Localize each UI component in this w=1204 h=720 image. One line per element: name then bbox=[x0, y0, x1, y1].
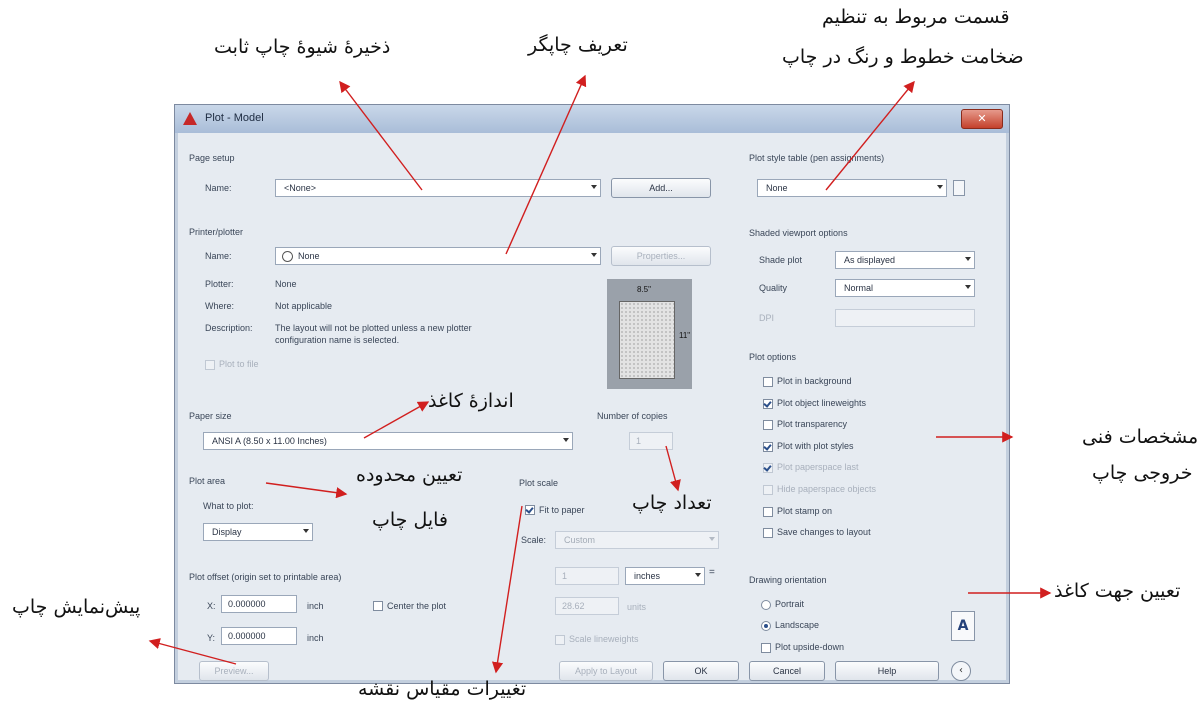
arrow-paper-size bbox=[363, 401, 430, 439]
arrow-scale bbox=[491, 505, 523, 674]
annotation-arrows bbox=[148, 74, 1052, 674]
arrow-save-style bbox=[339, 80, 423, 191]
arrow-preview bbox=[148, 638, 237, 665]
arrow-copies bbox=[665, 445, 681, 492]
arrow-plot-area bbox=[265, 482, 348, 499]
arrow-printer-def bbox=[505, 74, 587, 255]
arrow-pen-section bbox=[825, 80, 915, 191]
